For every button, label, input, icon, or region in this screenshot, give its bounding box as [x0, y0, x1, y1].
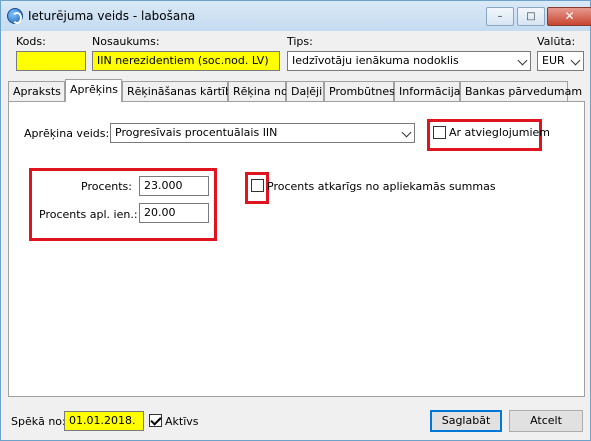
- chevron-down-icon: [570, 55, 581, 66]
- atkarigs-checkbox[interactable]: [251, 179, 264, 192]
- procents-field[interactable]: 23.000: [139, 176, 209, 196]
- kods-label: Kods:: [16, 35, 46, 48]
- aprekina-veids-label: Aprēķina veids:: [24, 127, 110, 140]
- tab-informacija[interactable]: Informācija: [394, 81, 461, 101]
- aktivs-label: Aktīvs: [165, 415, 199, 428]
- tab-panel-aprekins: Aprēķina veids: Progresīvais procentuāla…: [8, 101, 585, 397]
- procents-apl-label: Procents apl. ien.:: [39, 208, 138, 221]
- minimize-button[interactable]: –: [486, 7, 514, 26]
- speka-no-label: Spēkā no:: [11, 415, 66, 428]
- tips-value: Iedzīvotāju ienākuma nodoklis: [292, 54, 459, 67]
- chevron-down-icon: [401, 127, 412, 138]
- maximize-button[interactable]: □: [517, 7, 545, 26]
- close-button[interactable]: ✕: [547, 7, 591, 26]
- title-bar[interactable]: Ieturējuma veids - labošana – □ ✕: [1, 1, 591, 31]
- window-title: Ieturējuma veids - labošana: [28, 9, 196, 23]
- tab-prombutnes[interactable]: Prombūtnes: [324, 81, 395, 101]
- tips-label: Tips:: [287, 35, 313, 48]
- kods-field[interactable]: [16, 51, 86, 71]
- nosaukums-field[interactable]: IIN nerezidentiem (soc.nod. LV): [92, 51, 280, 71]
- cancel-button[interactable]: Atcelt: [509, 410, 583, 432]
- save-button[interactable]: Saglabāt: [430, 410, 502, 432]
- atvieglojumi-label: Ar atvieglojumiem: [449, 126, 550, 139]
- tab-daleji[interactable]: Daļēji: [286, 81, 324, 101]
- valuta-value: EUR: [542, 54, 565, 67]
- tips-select[interactable]: Iedzīvotāju ienākuma nodoklis: [287, 51, 531, 71]
- atvieglojumi-checkbox[interactable]: [433, 126, 446, 139]
- chevron-down-icon: [517, 55, 528, 66]
- atkarigs-label: Procents atkarīgs no apliekamās summas: [267, 180, 496, 193]
- valuta-label: Valūta:: [537, 35, 576, 48]
- aprekina-veids-select[interactable]: Progresīvais procentuālais IIN: [110, 123, 415, 143]
- aktivs-checkbox[interactable]: [149, 414, 162, 427]
- tab-rekina-no[interactable]: Rēķina no: [228, 81, 288, 101]
- speka-no-field[interactable]: 01.01.2018.: [64, 411, 144, 431]
- tab-rekinasanas-kartiba[interactable]: Rēķināšanas kārtība: [122, 81, 239, 101]
- procents-apl-field[interactable]: 20.00: [139, 203, 209, 223]
- nosaukums-label: Nosaukums:: [92, 35, 160, 48]
- tab-apraksts[interactable]: Apraksts: [8, 81, 65, 101]
- procents-label: Procents:: [81, 180, 132, 193]
- valuta-select[interactable]: EUR: [537, 51, 584, 71]
- aprekina-veids-value: Progresīvais procentuālais IIN: [115, 126, 278, 139]
- tab-aprekins[interactable]: Aprēķins: [65, 79, 122, 102]
- tab-bankas-parvedumam[interactable]: Bankas pārvedumam: [460, 81, 582, 101]
- dialog-window: Ieturējuma veids - labošana – □ ✕ Kods: …: [0, 0, 591, 441]
- app-icon: [7, 8, 23, 24]
